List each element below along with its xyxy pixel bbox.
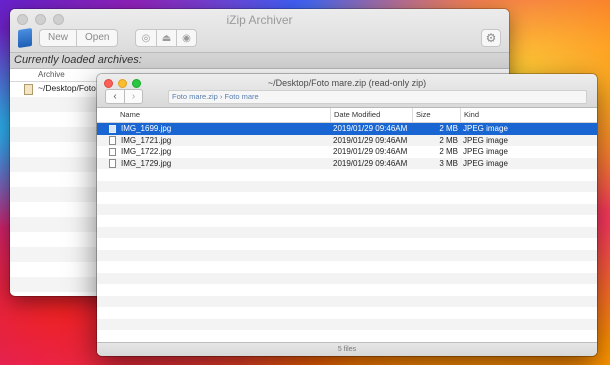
file-list: IMG_1699.jpg 2019/01/29 09:46AM 2 MB JPE… (97, 123, 597, 356)
file-date: 2019/01/29 09:46AM (333, 158, 408, 168)
file-size: 2 MB (439, 135, 458, 145)
new-button[interactable]: New (40, 30, 76, 46)
archive-path: ~/Desktop/Foto (38, 83, 96, 93)
gear-icon[interactable]: ⚙ (481, 29, 501, 47)
zip-browser-window: ~/Desktop/Foto mare.zip (read-only zip) … (97, 74, 597, 356)
new-open-group: New Open (39, 29, 119, 47)
zip-browser-title: ~/Desktop/Foto mare.zip (read-only zip) (267, 78, 427, 88)
date-column-header[interactable]: Date Modified (330, 108, 412, 122)
empty-row (97, 307, 597, 319)
file-kind: JPEG image (463, 135, 508, 145)
disc-actions-group: ◎ ⏏ ◉ (135, 29, 197, 47)
zip-file-icon (24, 84, 33, 95)
file-kind: JPEG image (463, 124, 508, 133)
jpeg-file-icon (109, 124, 116, 133)
empty-row (97, 203, 597, 215)
empty-row (97, 330, 597, 342)
open-button[interactable]: Open (76, 30, 117, 46)
empty-row (97, 238, 597, 250)
archive-column-label: Archive (38, 70, 65, 79)
jpeg-file-icon (109, 136, 116, 145)
empty-row (97, 249, 597, 261)
file-date: 2019/01/29 09:46AM (333, 124, 408, 133)
file-size: 2 MB (439, 124, 458, 133)
cd-icon[interactable]: ◎ (136, 30, 156, 46)
navigation-buttons: ‹ › (105, 89, 143, 104)
back-chevron-icon[interactable]: ‹ (106, 90, 124, 103)
eject-icon[interactable]: ⏏ (156, 30, 176, 46)
empty-row (97, 284, 597, 296)
forward-chevron-icon[interactable]: › (124, 90, 142, 103)
jpeg-file-icon (109, 159, 116, 168)
table-row[interactable]: IMG_1721.jpg 2019/01/29 09:46AM 2 MB JPE… (97, 134, 597, 146)
file-name: IMG_1722.jpg (121, 147, 172, 156)
file-kind: JPEG image (463, 158, 508, 168)
jpeg-file-icon (109, 147, 116, 156)
empty-row (97, 192, 597, 204)
file-date: 2019/01/29 09:46AM (333, 135, 408, 145)
empty-row (97, 318, 597, 330)
table-row[interactable]: IMG_1699.jpg 2019/01/29 09:46AM 2 MB JPE… (97, 123, 597, 135)
zip-browser-titlebar: ~/Desktop/Foto mare.zip (read-only zip) … (97, 74, 597, 108)
empty-row (97, 180, 597, 192)
file-size: 3 MB (439, 158, 458, 168)
path-breadcrumb[interactable]: Foto mare.zip › Foto mare (168, 90, 587, 104)
archiver-title: iZip Archiver (226, 13, 293, 27)
empty-row (97, 261, 597, 273)
file-kind: JPEG image (463, 147, 508, 156)
file-name: IMG_1729.jpg (121, 158, 172, 168)
file-size: 2 MB (439, 147, 458, 156)
size-column-header[interactable]: Size (412, 108, 460, 122)
file-name: IMG_1721.jpg (121, 135, 172, 145)
loaded-archives-label: Currently loaded archives: (10, 53, 509, 69)
archiver-titlebar: iZip Archiver New Open ◎ ⏏ ◉ ⚙ (10, 9, 509, 53)
name-column-header[interactable]: Name (117, 108, 330, 122)
disc-icon[interactable]: ◉ (176, 30, 196, 46)
izip-app-icon (18, 28, 32, 48)
table-row[interactable]: IMG_1729.jpg 2019/01/29 09:46AM 3 MB JPE… (97, 157, 597, 169)
file-name: IMG_1699.jpg (121, 124, 172, 133)
file-table-header: Name Date Modified Size Kind (97, 108, 597, 123)
status-bar: 5 files (97, 342, 597, 356)
empty-row (97, 295, 597, 307)
empty-row (97, 169, 597, 181)
empty-row (97, 272, 597, 284)
empty-row (97, 226, 597, 238)
kind-column-header[interactable]: Kind (460, 108, 586, 122)
empty-row (97, 215, 597, 227)
table-row[interactable]: IMG_1722.jpg 2019/01/29 09:46AM 2 MB JPE… (97, 146, 597, 158)
file-date: 2019/01/29 09:46AM (333, 147, 408, 156)
